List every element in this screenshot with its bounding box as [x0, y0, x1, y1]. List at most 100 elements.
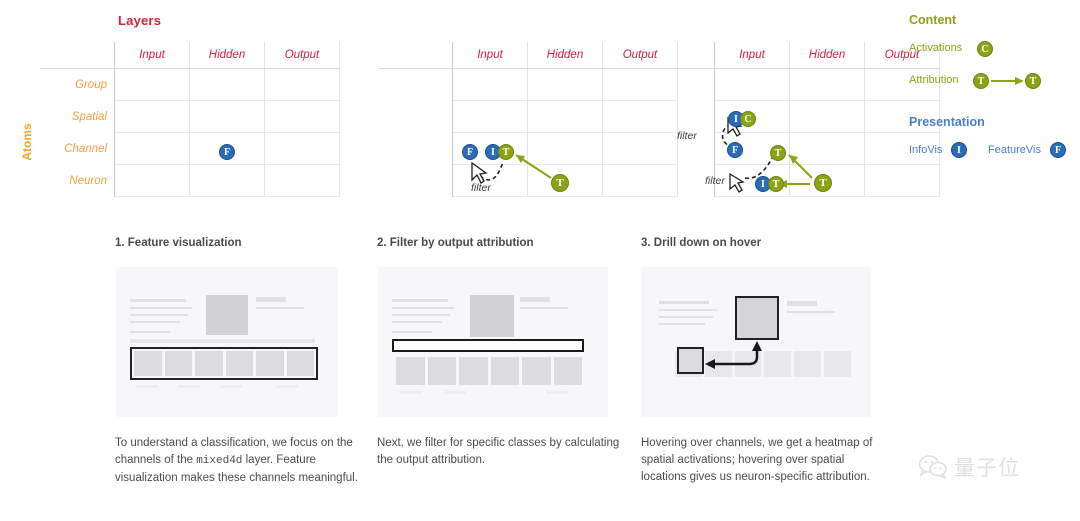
- mock-text-line: [276, 385, 298, 388]
- layers-title: Layers: [118, 13, 162, 28]
- cell: [640, 68, 715, 101]
- callout-arrow-head-left: [705, 359, 715, 369]
- badge-attribution-neuron-output: T: [551, 174, 569, 192]
- mock-text-line: [256, 307, 304, 309]
- cell: [864, 164, 940, 197]
- row-header-neuron: Neuron: [40, 164, 115, 197]
- cell: [114, 132, 190, 165]
- legend-item-featurevis: FeatureVis: [988, 144, 1041, 156]
- callout-arrow-head-up: [752, 341, 762, 351]
- column-header-input: Input: [114, 42, 190, 69]
- cell: [378, 164, 453, 197]
- cell: [264, 68, 340, 101]
- row-header-spatial: Spatial: [40, 100, 115, 133]
- matrix-panel-3: Input Hidden Output: [640, 42, 940, 197]
- legend-badge-attribution-source: T: [973, 73, 989, 89]
- wechat-icon: [918, 455, 947, 480]
- mock-text-line: [392, 314, 450, 316]
- filter-label-upper: filter: [677, 130, 697, 142]
- mock-text-line: [130, 307, 192, 309]
- badge-attribution-neuron-hidden: T: [768, 176, 784, 192]
- column-header-hidden: Hidden: [189, 42, 265, 69]
- cell: [378, 68, 453, 101]
- mock-text-line: [392, 331, 432, 333]
- cell: [452, 100, 528, 133]
- matrix-corner: [40, 42, 115, 69]
- matrix-corner: [378, 42, 453, 69]
- legend-badge-attribution-target: T: [1025, 73, 1041, 89]
- column-header-output: Output: [264, 42, 340, 69]
- cell: [527, 100, 603, 133]
- mock-text-line: [130, 331, 170, 333]
- mock-channel-row: [396, 357, 582, 385]
- callout-arrow-path: [711, 346, 759, 366]
- mock-channel-cell: [490, 357, 519, 385]
- step-3-caption: Hovering over channels, we get a heatmap…: [641, 435, 881, 487]
- legend-content-heading: Content: [909, 13, 957, 27]
- badge-attribution-channel-hidden: T: [498, 144, 514, 160]
- cell: [264, 100, 340, 133]
- mock-text-line: [256, 297, 286, 302]
- badge-featurevis-channel-hidden: F: [219, 144, 235, 160]
- cell: [189, 68, 265, 101]
- mock-text-line: [392, 299, 448, 302]
- step-2-highlight-filter-bar: [392, 339, 584, 352]
- mock-text-line: [400, 391, 422, 394]
- matrix-panel-2: Input Hidden Output: [378, 42, 678, 197]
- legend-attribution-arrow-head: [1015, 77, 1024, 85]
- step-2-title: 2. Filter by output attribution: [377, 237, 534, 249]
- cell: [527, 68, 603, 101]
- mock-text-line: [520, 297, 550, 302]
- atoms-axis-label: Atoms: [20, 123, 34, 161]
- badge-activations-spatial-hidden: C: [740, 111, 756, 127]
- step-1-caption-code: mixed4d: [196, 455, 243, 467]
- column-header-input: Input: [714, 42, 790, 69]
- mock-channel-cell: [459, 357, 488, 385]
- mock-text-line: [444, 391, 466, 394]
- mock-text-line: [392, 307, 454, 309]
- mock-text-line: [546, 391, 568, 394]
- mock-channel-cell: [396, 357, 425, 385]
- step-1-caption: To understand a classification, we focus…: [115, 435, 367, 487]
- step-3-caption-before: Hovering over channels, we get a heatmap…: [641, 437, 873, 483]
- legend-badge-featurevis: F: [1050, 142, 1066, 158]
- column-header-hidden: Hidden: [789, 42, 865, 69]
- legend-badge-activations: C: [977, 41, 993, 57]
- cell: [789, 100, 865, 133]
- legend-item-activations: Activations: [909, 42, 963, 54]
- mock-text-line: [520, 307, 568, 309]
- step-1-thumbnail: [116, 267, 338, 417]
- cell: [640, 164, 715, 197]
- cell: [378, 100, 453, 133]
- cell: [264, 164, 340, 197]
- mock-input-image: [470, 295, 514, 337]
- cell: [264, 132, 340, 165]
- row-header-channel: Channel: [40, 132, 115, 165]
- watermark: 量子位: [918, 452, 1020, 482]
- mock-text-line: [130, 314, 188, 316]
- cell: [189, 100, 265, 133]
- step-3-thumbnail: [641, 267, 871, 417]
- mock-text-line: [392, 321, 442, 323]
- mock-channel-cell: [427, 357, 456, 385]
- badge-featurevis-channel-hidden: F: [462, 144, 478, 160]
- cell: [114, 68, 190, 101]
- legend-badge-infovis: I: [951, 142, 967, 158]
- infographic-root: Layers Atoms Input Hidden Output Group S…: [0, 0, 1080, 521]
- mock-text-line: [130, 339, 315, 343]
- step-1-title: 1. Feature visualization: [115, 237, 242, 249]
- badge-attribution-channel-output: T: [770, 145, 786, 161]
- matrix-corner: [640, 42, 715, 69]
- mock-text-line: [136, 385, 158, 388]
- step-3-callout-arrows: [705, 341, 762, 369]
- mock-text-line: [130, 299, 186, 302]
- step-2-thumbnail: [378, 267, 608, 417]
- matrix-panel-1: Input Hidden Output Group Spatial Channe…: [40, 42, 340, 197]
- legend-item-attribution: Attribution: [909, 74, 959, 86]
- column-header-input: Input: [452, 42, 528, 69]
- watermark-text: 量子位: [954, 456, 1020, 480]
- cell: [527, 132, 603, 165]
- column-header-hidden: Hidden: [527, 42, 603, 69]
- legend-presentation-heading: Presentation: [909, 115, 985, 129]
- mock-channel-cell: [522, 357, 551, 385]
